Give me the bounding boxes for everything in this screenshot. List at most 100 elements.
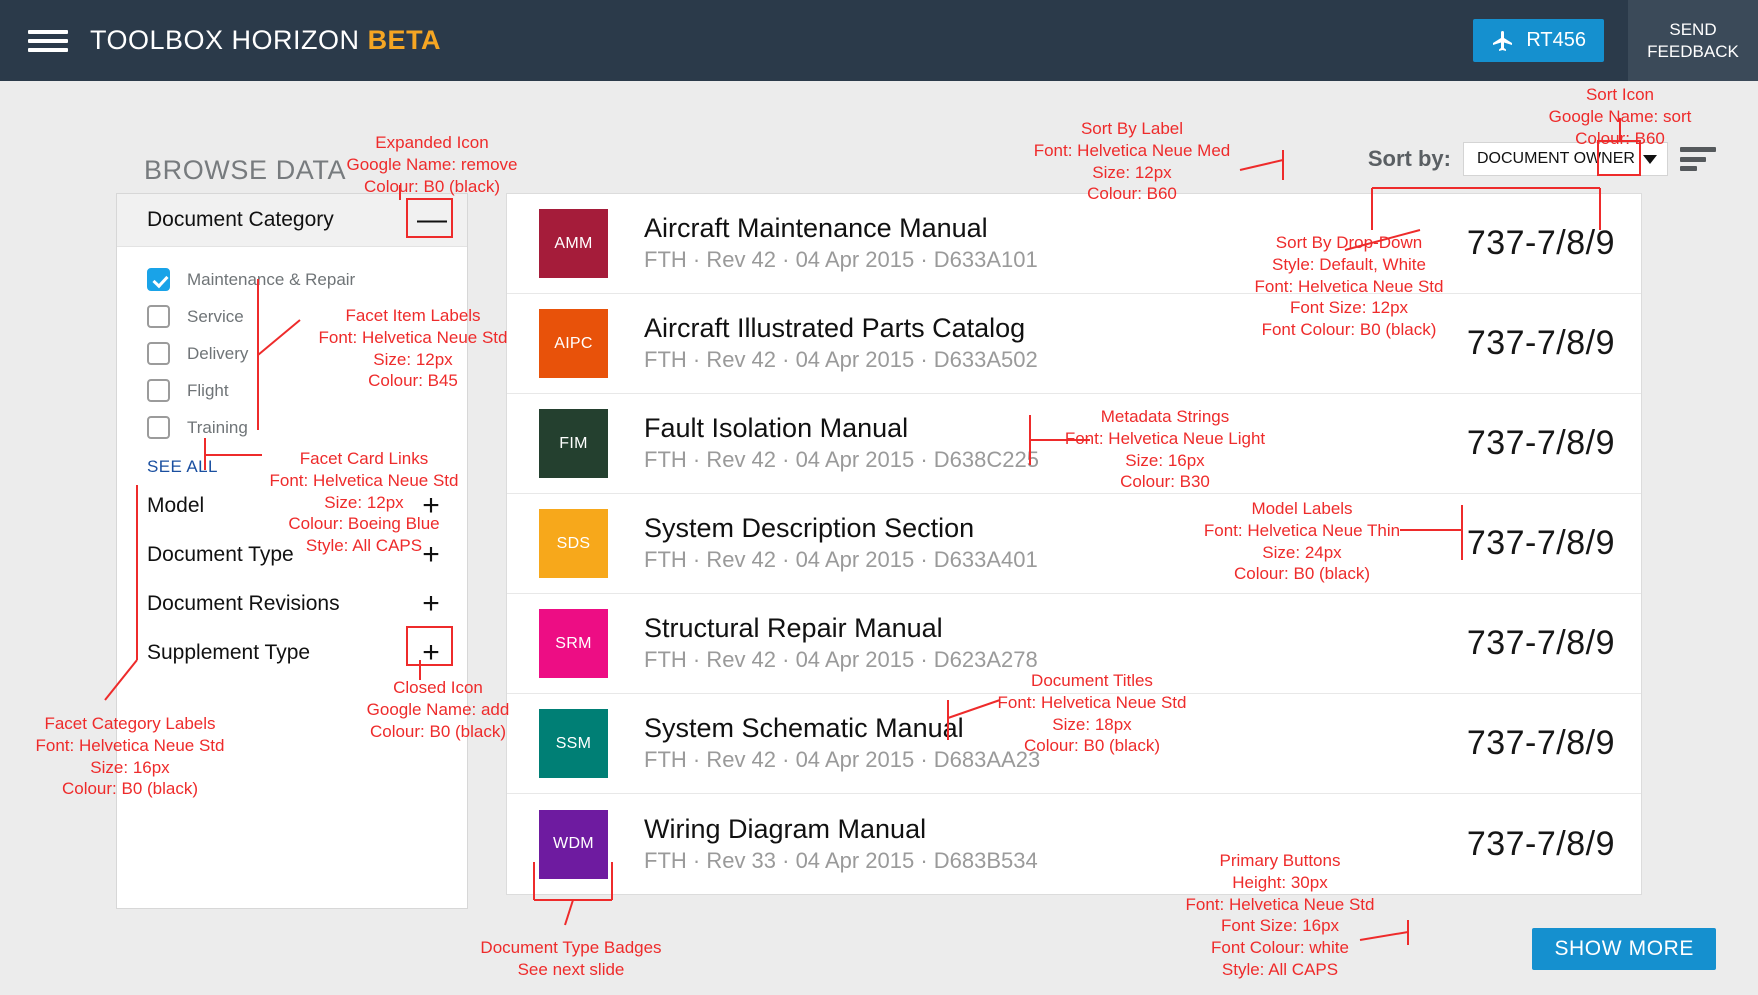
document-metadata: FTH · Rev 42 · 04 Apr 2015 · D683AA23: [644, 747, 1041, 773]
document-results-list: AMM Aircraft Maintenance Manual FTH · Re…: [506, 193, 1642, 895]
model-label: 737-7/8/9: [1466, 524, 1615, 562]
table-row[interactable]: SDS System Description Section FTH · Rev…: [507, 494, 1641, 594]
checkbox-icon[interactable]: [147, 305, 170, 328]
document-type-badge: SDS: [539, 509, 608, 578]
annotation-sort-icon: Sort Icon Google Name: sort Colour: B60: [1548, 85, 1692, 148]
annotation-document-type-badges: Document Type Badges See next slide: [480, 938, 662, 979]
sort-bar-line: [1680, 166, 1697, 171]
facet-body-document-category: Maintenance & Repair Service Delivery Fl…: [117, 247, 467, 450]
annotation-expanded-icon: Expanded Icon Google Name: remove Colour…: [346, 133, 518, 196]
hamburger-bar: [28, 47, 68, 52]
facet-title-model: Model: [147, 493, 205, 517]
document-title: Fault Isolation Manual: [644, 413, 909, 444]
facet-item-training[interactable]: Training: [147, 409, 467, 446]
document-text-block: Aircraft Illustrated Parts Catalog FTH ·…: [644, 313, 1453, 373]
app-title: TOOLBOX HORIZON BETA: [90, 25, 441, 56]
sort-bar-line: [1680, 147, 1716, 152]
document-metadata: FTH · Rev 42 · 04 Apr 2015 · D633A401: [644, 547, 1038, 573]
beta-badge: BETA: [367, 25, 442, 55]
document-title: System Schematic Manual: [644, 713, 964, 744]
facet-item-label: Flight: [187, 380, 229, 400]
brand-name: TOOLBOX HORIZON: [90, 25, 360, 55]
sort-bar-line: [1680, 156, 1706, 162]
document-text-block: Aircraft Maintenance Manual FTH · Rev 42…: [644, 213, 1453, 273]
facet-title-document-type: Document Type: [147, 542, 294, 566]
airplane-icon: [1493, 30, 1513, 51]
table-row[interactable]: SSM System Schematic Manual FTH · Rev 42…: [507, 694, 1641, 794]
facet-header-document-category[interactable]: Document Category —: [117, 194, 467, 247]
facet-header-model[interactable]: Model +: [117, 481, 467, 530]
checkbox-icon[interactable]: [147, 379, 170, 402]
model-label: 737-7/8/9: [1466, 824, 1615, 863]
document-type-badge: AMM: [539, 209, 608, 278]
model-label: 737-7/8/9: [1466, 324, 1615, 362]
sort-by-selected-value: DOCUMENT OWNER: [1477, 150, 1635, 167]
hamburger-menu-icon[interactable]: [28, 26, 68, 56]
document-metadata: FTH · Rev 42 · 04 Apr 2015 · D633A502: [644, 347, 1038, 373]
hamburger-bar: [28, 29, 68, 34]
add-icon[interactable]: +: [417, 539, 445, 570]
table-row[interactable]: AMM Aircraft Maintenance Manual FTH · Re…: [507, 194, 1641, 294]
show-more-button[interactable]: SHOW MORE: [1532, 928, 1716, 970]
checkbox-icon[interactable]: [147, 416, 170, 439]
table-row[interactable]: FIM Fault Isolation Manual FTH · Rev 42 …: [507, 394, 1641, 494]
facet-title-document-category: Document Category: [147, 208, 334, 231]
table-row[interactable]: AIPC Aircraft Illustrated Parts Catalog …: [507, 294, 1641, 394]
facet-item-maintenance-repair[interactable]: Maintenance & Repair: [147, 261, 467, 298]
document-title: System Description Section: [644, 513, 975, 544]
send-feedback-line-1: SEND: [1669, 20, 1717, 40]
document-type-badge: WDM: [539, 809, 608, 879]
facet-item-delivery[interactable]: Delivery: [147, 335, 467, 372]
facet-header-document-type[interactable]: Document Type +: [117, 530, 467, 579]
add-icon[interactable]: +: [417, 490, 445, 521]
document-text-block: Fault Isolation Manual FTH · Rev 42 · 04…: [644, 413, 1453, 473]
facet-item-flight[interactable]: Flight: [147, 372, 467, 409]
document-metadata: FTH · Rev 42 · 04 Apr 2015 · D623A278: [644, 647, 1038, 673]
facet-card: Document Category — Maintenance & Repair…: [116, 193, 468, 909]
sort-by-label: Sort by:: [1367, 146, 1451, 171]
checkbox-checked-icon[interactable]: [147, 268, 170, 291]
browse-data-heading: BROWSE DATA: [144, 155, 347, 185]
facet-header-document-revisions[interactable]: Document Revisions +: [117, 579, 467, 628]
document-title: Wiring Diagram Manual: [644, 813, 927, 844]
document-title: Aircraft Illustrated Parts Catalog: [644, 313, 1026, 344]
see-all-link[interactable]: SEE ALL: [147, 457, 218, 477]
hamburger-bar: [28, 38, 68, 43]
facet-item-label: Delivery: [187, 343, 249, 363]
facet-item-label: Service: [187, 306, 244, 326]
facet-header-supplement-type[interactable]: Supplement Type +: [117, 628, 467, 677]
send-feedback-button[interactable]: SEND FEEDBACK: [1628, 0, 1758, 81]
sort-by-dropdown[interactable]: DOCUMENT OWNER: [1463, 142, 1668, 176]
top-navigation-bar: TOOLBOX HORIZON BETA RT456 SEND FEEDBACK: [0, 0, 1758, 81]
facet-title-document-revisions: Document Revisions: [147, 591, 340, 615]
sort-icon[interactable]: [1680, 145, 1716, 173]
facet-item-service[interactable]: Service: [147, 298, 467, 335]
facet-item-label: Maintenance & Repair: [187, 269, 356, 289]
sort-bar: Sort by: DOCUMENT OWNER: [1368, 142, 1716, 176]
facet-title-supplement-type: Supplement Type: [147, 640, 311, 664]
add-icon[interactable]: +: [417, 637, 445, 668]
model-label: 737-7/8/9: [1466, 424, 1615, 462]
document-title: Structural Repair Manual: [644, 613, 943, 644]
document-type-badge: SSM: [539, 709, 608, 778]
remove-icon[interactable]: —: [417, 205, 447, 235]
document-text-block: System Description Section FTH · Rev 42 …: [644, 513, 1453, 573]
model-label: 737-7/8/9: [1466, 724, 1615, 762]
annotation-sort-by-label: Sort By Label Font: Helvetica Neue Med S…: [1033, 119, 1231, 204]
add-icon[interactable]: +: [417, 588, 445, 619]
flight-selector-button[interactable]: RT456: [1473, 19, 1604, 62]
document-metadata: FTH · Rev 33 · 04 Apr 2015 · D683B534: [644, 847, 1038, 873]
model-label: 737-7/8/9: [1466, 224, 1615, 262]
model-label: 737-7/8/9: [1466, 624, 1615, 662]
table-row[interactable]: SRM Structural Repair Manual FTH · Rev 4…: [507, 594, 1641, 694]
chevron-down-icon: [1643, 154, 1657, 164]
facet-item-label: Training: [187, 417, 248, 437]
document-text-block: Wiring Diagram Manual FTH · Rev 33 · 04 …: [644, 814, 1453, 874]
flight-number-label: RT456: [1526, 29, 1586, 51]
document-type-badge: FIM: [539, 409, 608, 478]
document-type-badge: AIPC: [539, 309, 608, 378]
document-title: Aircraft Maintenance Manual: [644, 213, 988, 244]
checkbox-icon[interactable]: [147, 342, 170, 365]
table-row[interactable]: WDM Wiring Diagram Manual FTH · Rev 33 ·…: [507, 794, 1641, 894]
document-metadata: FTH · Rev 42 · 04 Apr 2015 · D638C225: [644, 447, 1039, 473]
